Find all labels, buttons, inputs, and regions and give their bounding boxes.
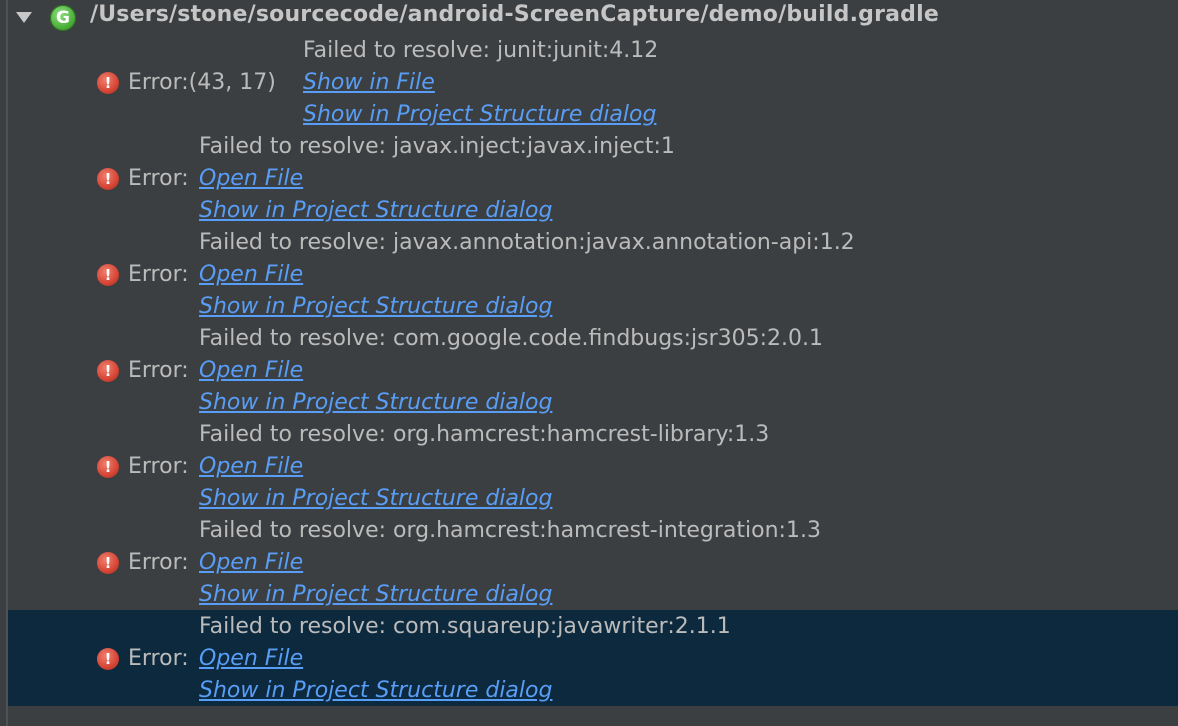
error-label: Error:	[128, 646, 189, 671]
show-in-project-structure-link[interactable]: Show in Project Structure dialog	[199, 291, 552, 323]
message-line: Failed to resolve: org.hamcrest:hamcrest…	[0, 515, 1178, 547]
error-line[interactable]: ! Error: Open File	[0, 451, 1178, 483]
error-line[interactable]: ! Error: Open File	[0, 547, 1178, 579]
error-icon: !	[97, 168, 119, 190]
expand-collapse-triangle-icon[interactable]	[16, 12, 32, 23]
message-line: Failed to resolve: javax.annotation:java…	[0, 227, 1178, 259]
failure-message: Failed to resolve: com.squareup:javawrit…	[199, 614, 731, 639]
link-line: Show in Project Structure dialog	[0, 195, 1178, 227]
error-icon: !	[97, 552, 119, 574]
link-line: Show in Project Structure dialog	[0, 675, 1178, 707]
show-in-project-structure-link[interactable]: Show in Project Structure dialog	[199, 675, 552, 707]
link-line: Show in Project Structure dialog	[0, 387, 1178, 419]
error-icon: !	[97, 264, 119, 286]
link-line: Show in Project Structure dialog	[0, 483, 1178, 515]
link-line: Show in Project Structure dialog	[0, 99, 1178, 131]
open-file-link[interactable]: Open File	[199, 259, 303, 291]
link-line: Show in Project Structure dialog	[0, 291, 1178, 323]
error-line[interactable]: ! Error: Open File	[0, 355, 1178, 387]
message-line: Failed to resolve: com.google.code.findb…	[0, 323, 1178, 355]
message-line: Failed to resolve: junit:junit:4.12	[0, 35, 1178, 67]
message-line: Failed to resolve: org.hamcrest:hamcrest…	[0, 419, 1178, 451]
message-line-selected[interactable]: Failed to resolve: com.squareup:javawrit…	[0, 611, 1178, 643]
error-icon: !	[97, 456, 119, 478]
error-line[interactable]: ! Error: Open File	[0, 643, 1178, 675]
error-icon: !	[97, 648, 119, 670]
failure-message: Failed to resolve: org.hamcrest:hamcrest…	[199, 518, 821, 543]
open-file-link[interactable]: Open File	[199, 643, 303, 675]
error-label: Error:	[128, 166, 189, 191]
open-file-link[interactable]: Open File	[199, 451, 303, 483]
link-line: Show in Project Structure dialog	[0, 579, 1178, 611]
error-icon: !	[97, 72, 119, 94]
file-node-header[interactable]: G /Users/stone/sourcecode/android-Screen…	[0, 0, 1178, 34]
error-line[interactable]: ! Error: Open File	[0, 259, 1178, 291]
show-in-project-structure-link[interactable]: Show in Project Structure dialog	[303, 99, 656, 131]
error-icon: !	[97, 360, 119, 382]
gradle-icon: G	[50, 5, 76, 31]
open-file-link[interactable]: Open File	[199, 547, 303, 579]
show-in-project-structure-link[interactable]: Show in Project Structure dialog	[199, 387, 552, 419]
error-line[interactable]: ! Error:(43, 17) Show in File	[0, 67, 1178, 99]
error-line[interactable]: ! Error: Open File	[0, 163, 1178, 195]
error-label: Error:(43, 17)	[128, 70, 276, 95]
show-in-project-structure-link[interactable]: Show in Project Structure dialog	[199, 483, 552, 515]
failure-message: Failed to resolve: javax.annotation:java…	[199, 230, 855, 255]
error-label: Error:	[128, 358, 189, 383]
message-line: Failed to resolve: javax.inject:javax.in…	[0, 131, 1178, 163]
error-label: Error:	[128, 262, 189, 287]
open-file-link[interactable]: Open File	[199, 355, 303, 387]
error-label: Error:	[128, 454, 189, 479]
open-file-link[interactable]: Open File	[199, 163, 303, 195]
failure-message: Failed to resolve: org.hamcrest:hamcrest…	[199, 422, 770, 447]
file-path: /Users/stone/sourcecode/android-ScreenCa…	[90, 2, 939, 27]
show-in-file-link[interactable]: Show in File	[303, 67, 435, 99]
show-in-project-structure-link[interactable]: Show in Project Structure dialog	[199, 579, 552, 611]
error-label: Error:	[128, 550, 189, 575]
messages-panel: G /Users/stone/sourcecode/android-Screen…	[0, 0, 1178, 726]
failure-message: Failed to resolve: junit:junit:4.12	[303, 38, 659, 63]
failure-message: Failed to resolve: com.google.code.findb…	[199, 326, 824, 351]
show-in-project-structure-link[interactable]: Show in Project Structure dialog	[199, 195, 552, 227]
failure-message: Failed to resolve: javax.inject:javax.in…	[199, 134, 675, 159]
